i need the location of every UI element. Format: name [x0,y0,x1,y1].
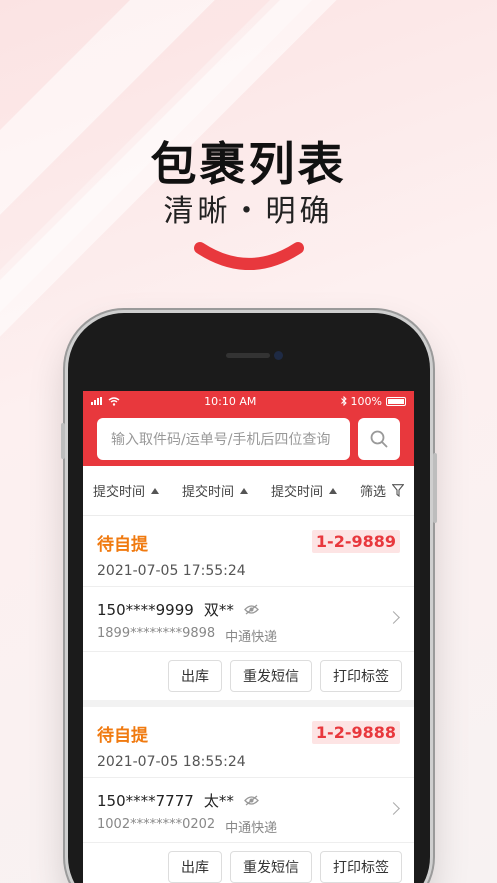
courier-name: 中通快递 [225,821,278,836]
filter-bar: 提交时间 提交时间 提交时间 筛选 [83,466,414,516]
pickup-code-badge: 1-2-9888 [311,721,400,744]
parcel-detail-row[interactable]: 150****7777 太** 1002********0202 中通快递 [83,777,414,843]
waybill-number: 1002********0202 [97,817,216,832]
phone-side-button [433,453,437,523]
search-bar: 输入取件码/运单号/手机后四位查询 [83,411,414,466]
search-icon [370,430,388,447]
app-screen: 10:10 AM 100% 输入取件码/运单号/手机后四位查询 提交时间 提交时… [83,391,414,883]
recipient-name: 太** [203,792,234,810]
checkout-button[interactable]: 出库 [168,851,222,883]
parcel-card: 待自提 2021-07-05 17:55:24 1-2-9889 150****… [83,516,414,700]
sort-label: 提交时间 [93,485,146,500]
parcel-actions: 出库 重发短信 打印标签 [83,652,414,700]
funnel-icon [391,484,404,497]
sort-up-icon [151,487,160,494]
eye-hidden-icon[interactable] [243,795,259,806]
sort-up-icon [328,487,337,494]
parcel-time: 2021-07-05 18:55:24 [97,754,246,770]
eye-hidden-icon[interactable] [243,604,259,615]
search-button[interactable] [358,417,400,460]
parcel-header: 待自提 2021-07-05 18:55:24 1-2-9888 [83,707,414,777]
waybill-number: 1899********9898 [97,626,216,641]
courier-name: 中通快递 [225,630,278,645]
status-bar: 10:10 AM 100% [83,391,414,411]
sort-submit-time-1[interactable]: 提交时间 [93,481,160,500]
smile-decoration [194,242,304,270]
recipient-phone: 150****9999 [97,600,194,619]
print-label-button[interactable]: 打印标签 [320,660,402,692]
sort-submit-time-3[interactable]: 提交时间 [271,481,337,500]
phone-side-button [61,423,65,459]
checkout-button[interactable]: 出库 [168,660,222,692]
hero-subtitle: 清晰・明确 [163,194,334,229]
hero-title: 包裹列表 [150,137,347,191]
print-label-button[interactable]: 打印标签 [320,851,402,883]
phone-speaker [226,353,270,358]
parcel-detail-row[interactable]: 150****9999 双** 1899********9898 中通快递 [83,586,414,652]
status-time: 10:10 AM [204,394,257,408]
sort-up-icon [240,487,248,494]
wifi-icon [108,396,120,406]
phone-frame: 10:10 AM 100% 输入取件码/运单号/手机后四位查询 提交时间 提交时… [61,313,437,883]
filter-label: 筛选 [359,485,386,500]
signal-icon [91,397,102,405]
sort-submit-time-2[interactable]: 提交时间 [182,481,248,500]
battery-icon [385,396,406,406]
battery-percent: 100% [350,394,382,408]
resend-sms-button[interactable]: 重发短信 [230,660,312,692]
parcel-time: 2021-07-05 17:55:24 [97,563,246,579]
parcel-card: 待自提 2021-07-05 18:55:24 1-2-9888 150****… [83,707,414,883]
recipient-phone: 150****7777 [97,791,194,810]
sort-label: 提交时间 [270,485,323,500]
resend-sms-button[interactable]: 重发短信 [230,851,312,883]
recipient-name: 双** [203,601,234,619]
pickup-code-badge: 1-2-9889 [311,530,400,553]
filter-button[interactable]: 筛选 [360,481,404,500]
search-input[interactable]: 输入取件码/运单号/手机后四位查询 [97,417,350,460]
sort-label: 提交时间 [181,485,234,500]
parcel-actions: 出库 重发短信 打印标签 [83,843,414,883]
phone-camera [274,351,283,360]
parcel-header: 待自提 2021-07-05 17:55:24 1-2-9889 [83,516,414,586]
bluetooth-icon [340,396,347,406]
